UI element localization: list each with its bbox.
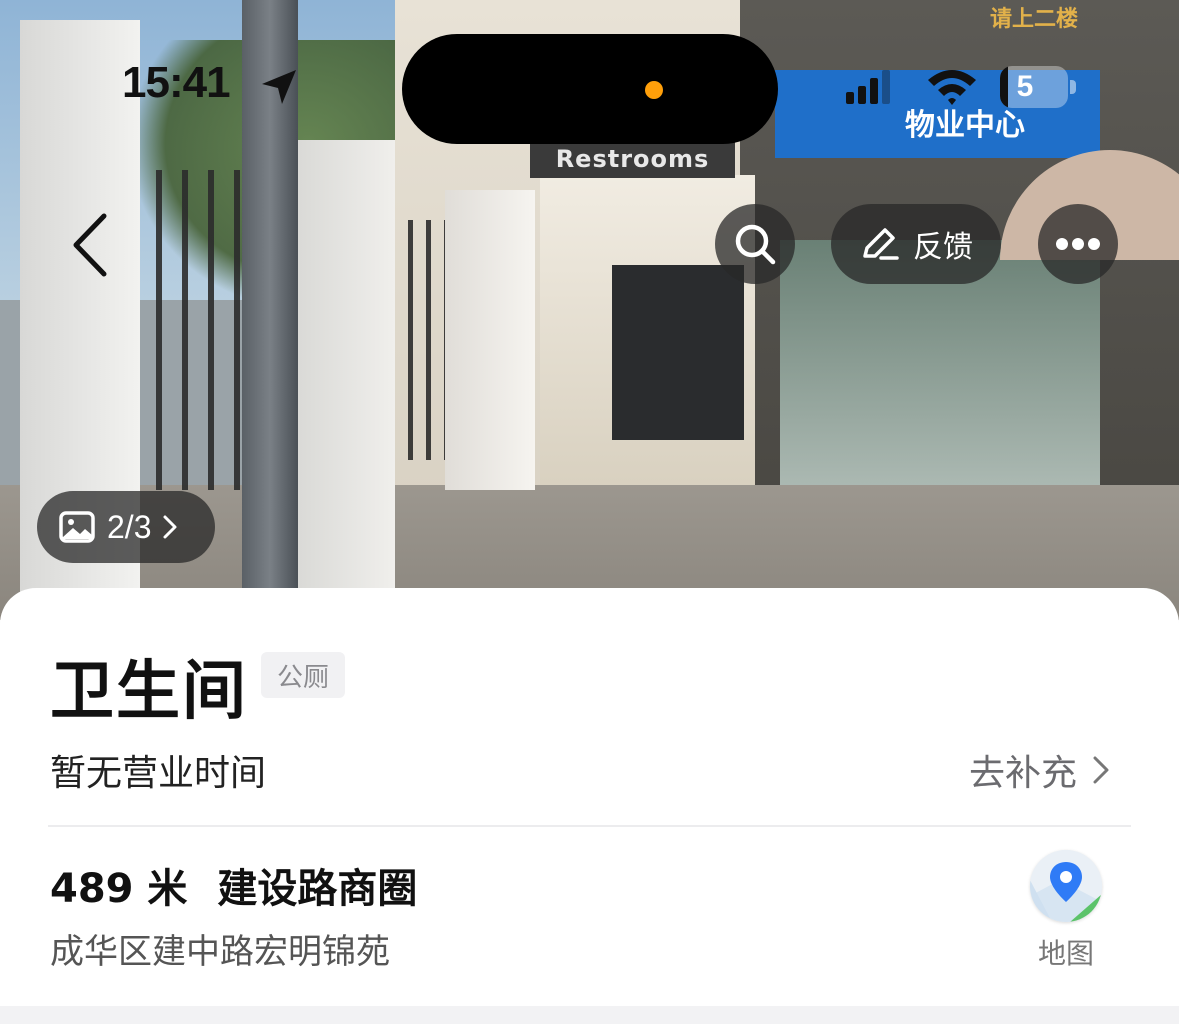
gallery-count: 2/3 bbox=[107, 508, 152, 545]
photo-top-sign: 请上二楼 bbox=[990, 7, 1079, 32]
search-button[interactable] bbox=[715, 204, 795, 284]
feedback-button[interactable]: 反馈 bbox=[831, 204, 1001, 284]
place-address: 成华区建中路宏明锦苑 bbox=[50, 932, 390, 972]
battery-level: 5 bbox=[1016, 70, 1034, 103]
business-hours: 暂无营业时间 bbox=[50, 753, 267, 794]
more-dots-icon bbox=[1056, 238, 1100, 250]
photo-restroom-sign: Restrooms bbox=[530, 140, 735, 178]
battery-icon: 5 bbox=[1000, 66, 1076, 108]
photo-pillar-middle bbox=[295, 140, 395, 590]
photo-door bbox=[612, 265, 744, 440]
place-category-tag: 公厕 bbox=[261, 652, 346, 698]
add-hours-label: 去补充 bbox=[968, 753, 1077, 794]
location-arrow-icon bbox=[262, 70, 296, 104]
more-button[interactable] bbox=[1038, 204, 1118, 284]
divider bbox=[48, 825, 1131, 827]
pencil-icon bbox=[863, 228, 899, 260]
dynamic-island bbox=[402, 34, 778, 144]
business-district: 建设路商圈 bbox=[217, 866, 418, 912]
bottom-separator bbox=[0, 1006, 1179, 1024]
add-hours-link[interactable]: 去补充 bbox=[969, 744, 1111, 796]
chevron-right-icon bbox=[1093, 756, 1109, 784]
photo-gallery-counter[interactable]: 2/3 bbox=[37, 491, 215, 563]
image-icon bbox=[59, 511, 95, 543]
distance-area-line: 489 米 建设路商圈 bbox=[50, 856, 417, 914]
chevron-right-icon bbox=[163, 515, 177, 539]
chevron-left-icon bbox=[73, 213, 107, 277]
place-title: 卫生间 bbox=[50, 655, 248, 729]
distance-value: 489 米 bbox=[50, 866, 188, 912]
map-icon bbox=[1030, 850, 1102, 922]
cellular-signal-icon bbox=[846, 70, 890, 104]
wifi-icon bbox=[928, 70, 976, 105]
feedback-label: 反馈 bbox=[913, 230, 973, 265]
battery-body: 5 bbox=[1000, 66, 1068, 108]
back-button[interactable] bbox=[58, 200, 128, 290]
battery-cap bbox=[1070, 80, 1076, 94]
map-label: 地图 bbox=[1037, 937, 1094, 970]
map-button[interactable]: 地图 bbox=[1028, 850, 1104, 970]
search-icon bbox=[735, 224, 776, 265]
privacy-indicator-dot bbox=[645, 81, 663, 99]
photo-pillar-right bbox=[445, 190, 535, 490]
status-time: 15:41 bbox=[122, 58, 231, 107]
